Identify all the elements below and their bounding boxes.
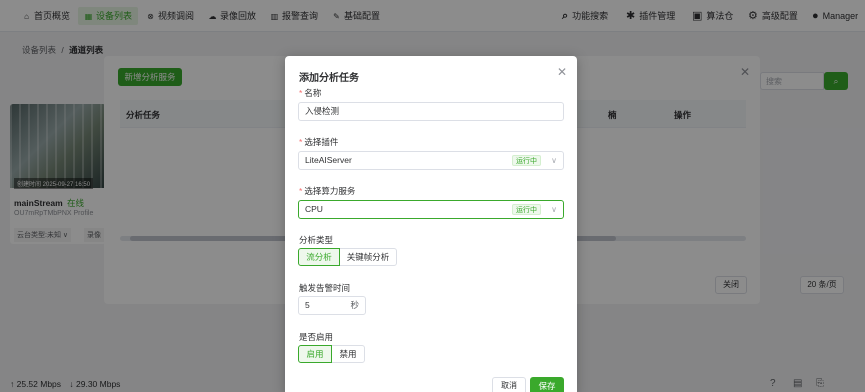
plugin-status-badge: 运行中 — [512, 155, 541, 166]
chevron-down-icon: ∨ — [551, 205, 557, 214]
alarm-time-label: 触发告警时间 — [299, 283, 351, 293]
compute-select[interactable]: CPU 运行中 ∨ — [298, 200, 564, 219]
modal-title: 添加分析任务 — [299, 73, 359, 84]
cancel-button[interactable]: 取消 — [492, 377, 526, 392]
plugin-select[interactable]: LiteAIServer 运行中 ∨ — [298, 151, 564, 170]
enable-label: 是否启用 — [299, 332, 334, 342]
plugin-select-value: LiteAIServer — [305, 155, 352, 165]
compute-select-value: CPU — [305, 204, 323, 214]
alarm-time-unit: 秒 — [350, 300, 359, 310]
compute-label: * 选择算力服务 — [299, 186, 356, 196]
keyframe-analysis-option[interactable]: 关键帧分析 — [339, 248, 397, 266]
save-button[interactable]: 保存 — [530, 377, 564, 392]
analysis-type-label: 分析类型 — [299, 235, 334, 245]
add-analysis-task-modal: 添加分析任务 ✕ * 名称 入侵检测 * 选择插件 LiteAIServer 运行中… — [285, 56, 577, 392]
stream-analysis-option[interactable]: 流分析 — [298, 248, 340, 266]
alarm-time-input[interactable]: 5 秒 — [298, 296, 366, 315]
enable-option[interactable]: 启用 — [298, 345, 332, 363]
chevron-down-icon: ∨ — [551, 156, 557, 165]
close-icon[interactable]: ✕ — [557, 66, 567, 78]
name-label: * 名称 — [299, 88, 322, 98]
compute-status-badge: 运行中 — [512, 204, 541, 215]
alarm-time-value: 5 — [305, 300, 310, 310]
task-name-input[interactable]: 入侵检测 — [298, 102, 564, 121]
plugin-label: * 选择插件 — [299, 137, 339, 147]
disable-option[interactable]: 禁用 — [331, 345, 365, 363]
